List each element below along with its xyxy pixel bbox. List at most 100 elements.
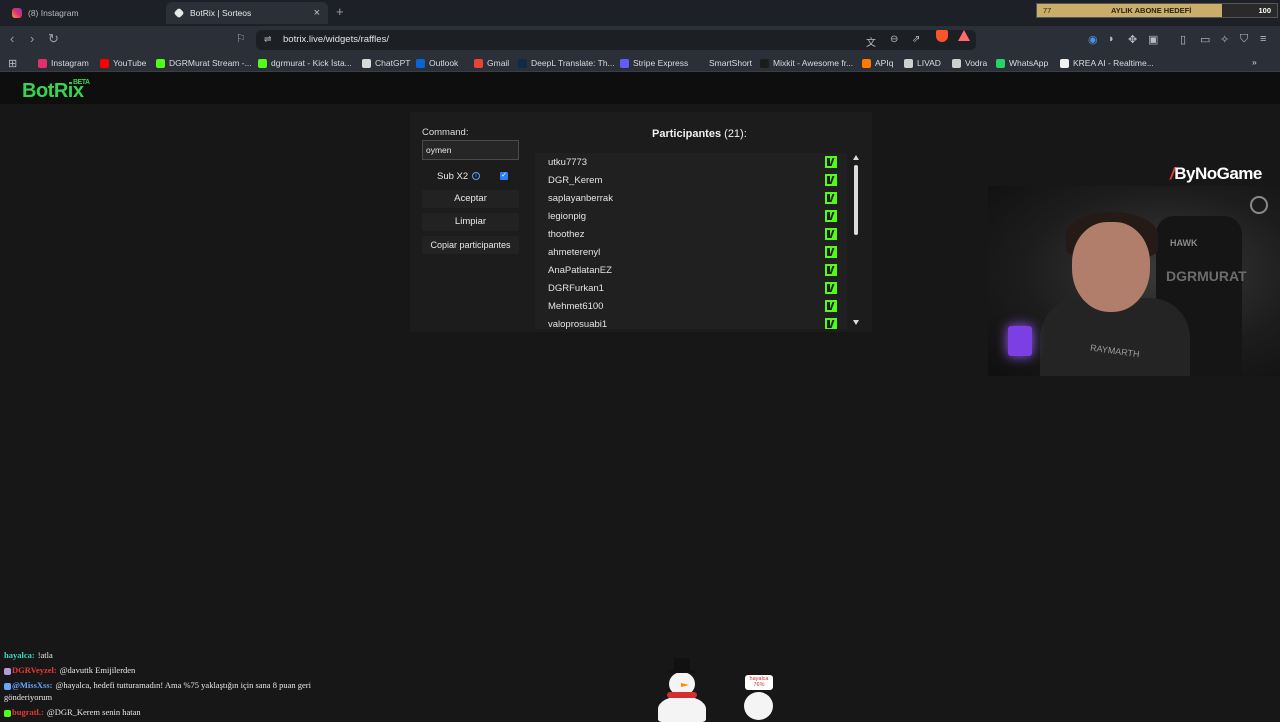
participants-scrollbar[interactable]	[853, 153, 861, 329]
vpn-shield-icon[interactable]: ⛉	[1240, 33, 1248, 46]
address-bar[interactable]: ⇌ botrix.live/widgets/raffles/ 文 ⊖ ⇗	[256, 30, 976, 50]
extensions-icon[interactable]: ✥	[1128, 33, 1137, 46]
bookmark-icon[interactable]: ⚐	[236, 32, 246, 46]
zoom-icon[interactable]: ⊖	[890, 34, 898, 45]
participant-row[interactable]: thoothez	[535, 225, 847, 243]
botrix-header: BotRix BETA	[0, 72, 1280, 104]
menu-icon[interactable]: ≡	[1260, 33, 1266, 45]
participant-name: utku7773	[548, 157, 588, 168]
participant-row[interactable]: utku7773	[535, 153, 847, 171]
bookmark-item[interactable]: Instagram	[38, 58, 89, 68]
copy-participants-button[interactable]: Copiar participantes	[422, 236, 519, 254]
translate-icon[interactable]: 文	[866, 34, 876, 49]
command-input[interactable]	[422, 140, 519, 160]
info-icon[interactable]: i	[472, 172, 480, 180]
participants-title-text: Participantes	[652, 128, 722, 140]
chat-text: !atla	[37, 650, 53, 660]
botrix-logo[interactable]: BotRix BETA	[22, 79, 90, 103]
bookmark-favicon-icon	[620, 58, 629, 68]
bookmark-item[interactable]: Outlook	[416, 58, 458, 68]
vpn-icon[interactable]: ◉	[1088, 33, 1098, 46]
bookmark-item[interactable]: DGRMurat Stream -...	[156, 58, 252, 68]
chat-text: @hayalca, hedefi tutturamadın! Ama %75 y…	[55, 680, 311, 690]
snowball-icon	[744, 692, 773, 720]
bookmark-favicon-icon	[362, 58, 371, 68]
kick-platform-icon	[825, 192, 837, 204]
subscriber-goal-target: 100	[1258, 6, 1271, 15]
participant-row[interactable]: legionpig	[535, 207, 847, 225]
participant-row[interactable]: AnaPatlatanEZ	[535, 261, 847, 279]
bookmark-item[interactable]: Gmail	[474, 58, 509, 68]
participant-row[interactable]: Mehmet6100	[535, 297, 847, 315]
wall-clock-icon	[1250, 196, 1268, 214]
purple-cup	[1008, 326, 1032, 356]
reload-icon[interactable]: ↻	[48, 32, 59, 46]
snowball-tag-value: 76%	[753, 682, 765, 688]
brave-rewards-icon[interactable]	[958, 30, 970, 41]
clear-button[interactable]: Limpiar	[422, 213, 519, 231]
close-tab-icon[interactable]: ×	[314, 7, 320, 19]
chat-badge-icon	[4, 667, 11, 675]
bookmark-favicon-icon	[996, 58, 1005, 68]
back-icon[interactable]: ‹	[10, 32, 14, 46]
browser-tab-strip: (8) Instagram BotRix | Sorteos × + 77 AY…	[0, 0, 1280, 26]
bookmark-item[interactable]: LIVAD	[904, 58, 941, 68]
sidebar-icon[interactable]: ▯	[1180, 33, 1186, 46]
participant-row[interactable]: DGR_Kerem	[535, 171, 847, 189]
bookmark-label: DeepL Translate: Th...	[531, 58, 615, 68]
bookmark-item[interactable]: Vodra	[952, 58, 987, 68]
bookmark-label: dgrmurat - Kick İsta...	[271, 58, 352, 68]
more-bookmarks-icon[interactable]: »	[1252, 57, 1257, 67]
bookmark-item[interactable]: ChatGPT	[362, 58, 410, 68]
participant-row[interactable]: valoprosuabi1	[535, 315, 847, 329]
accept-button[interactable]: Aceptar	[422, 190, 519, 208]
chat-username: hayalca:	[4, 650, 35, 660]
forward-icon[interactable]: ›	[30, 32, 34, 46]
bookmark-item[interactable]: KREA AI - Realtime...	[1060, 58, 1154, 68]
scroll-thumb[interactable]	[854, 165, 858, 235]
bookmark-item[interactable]: dgrmurat - Kick İsta...	[258, 58, 352, 68]
scroll-up-icon[interactable]	[853, 155, 859, 160]
new-tab-button[interactable]: +	[336, 4, 344, 19]
tab-botrix[interactable]: BotRix | Sorteos ×	[166, 2, 328, 24]
bookmark-label: Stripe Express	[633, 58, 689, 68]
participant-name: DGR_Kerem	[548, 175, 603, 186]
share-icon[interactable]: ⇗	[912, 34, 920, 45]
site-info-icon[interactable]: ⇌	[264, 34, 272, 45]
sponsor-logo: /ByNoGame	[1170, 164, 1262, 184]
bookmark-favicon-icon	[156, 58, 165, 68]
tab-instagram[interactable]: (8) Instagram	[4, 2, 164, 24]
participant-row[interactable]: DGRFurkan1	[535, 279, 847, 297]
sub-x2-checkbox[interactable]: ✓	[500, 172, 508, 180]
apps-grid-icon[interactable]: ⊞	[8, 57, 17, 70]
kick-platform-icon	[825, 318, 837, 329]
subscriber-goal-label: AYLIK ABONE HEDEFİ	[1111, 6, 1192, 15]
wallet-icon[interactable]: ▣	[1148, 33, 1158, 46]
brave-shields-icon[interactable]	[936, 30, 948, 42]
wallet2-icon[interactable]: ▭	[1200, 33, 1210, 46]
participant-row[interactable]: saplayanberrak	[535, 189, 847, 207]
bookmark-item[interactable]: APIq	[862, 58, 893, 68]
participant-name: AnaPatlatanEZ	[548, 265, 612, 276]
bookmark-label: APIq	[875, 58, 894, 68]
kick-platform-icon	[825, 300, 837, 312]
bookmark-item[interactable]: Stripe Express	[620, 58, 688, 68]
bookmark-item[interactable]: YouTube	[100, 58, 146, 68]
participants-list[interactable]: utku7773 DGR_Kerem saplayanberrak legionpig…	[535, 153, 847, 329]
participant-row[interactable]: ahmeterenyl	[535, 243, 847, 261]
bookmark-item[interactable]: DeepL Translate: Th...	[518, 58, 615, 68]
audio-icon[interactable]: ◗	[1108, 33, 1115, 45]
scroll-down-icon[interactable]	[853, 320, 859, 325]
chat-badge-icon	[4, 682, 11, 690]
bookmark-item[interactable]: SmartShort	[696, 58, 752, 68]
chat-message: DGRVeyzel: @davuttk Emijilerden	[4, 665, 135, 675]
url-text: botrix.live/widgets/raffles/	[283, 34, 389, 45]
bookmark-favicon-icon	[760, 58, 769, 68]
bookmark-label: WhatsApp	[1009, 58, 1049, 68]
chat-message: @MissXss: @hayalca, hedefi tutturamadın! …	[4, 680, 311, 690]
leo-ai-icon[interactable]: ✧	[1220, 33, 1229, 46]
bookmark-item[interactable]: WhatsApp	[996, 58, 1048, 68]
bookmark-favicon-icon	[38, 58, 47, 68]
bookmark-item[interactable]: Mixkit - Awesome fr...	[760, 58, 853, 68]
kick-platform-icon	[825, 156, 837, 168]
